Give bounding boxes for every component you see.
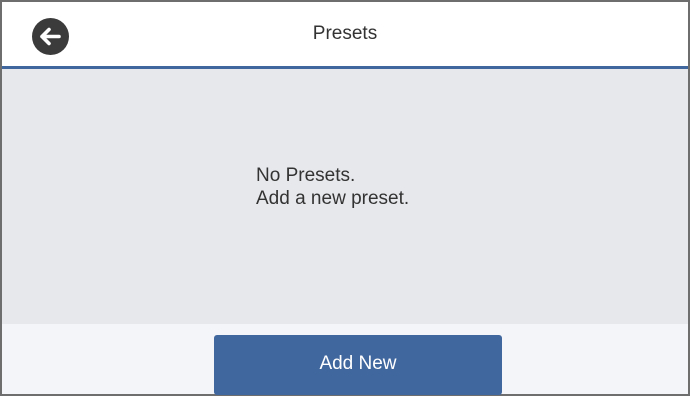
empty-state-message: No Presets. Add a new preset. <box>256 164 409 210</box>
empty-message-line2: Add a new preset. <box>256 188 410 209</box>
header-bar: Presets <box>2 2 688 69</box>
add-new-button[interactable]: Add New <box>214 335 502 395</box>
page-title: Presets <box>312 23 378 44</box>
empty-message-line1: No Presets. <box>256 165 356 186</box>
presets-screen: Presets No Presets. Add a new preset. Ad… <box>0 0 690 396</box>
footer-bar: Add New <box>2 324 688 395</box>
presets-list-area: No Presets. Add a new preset. <box>2 69 688 324</box>
